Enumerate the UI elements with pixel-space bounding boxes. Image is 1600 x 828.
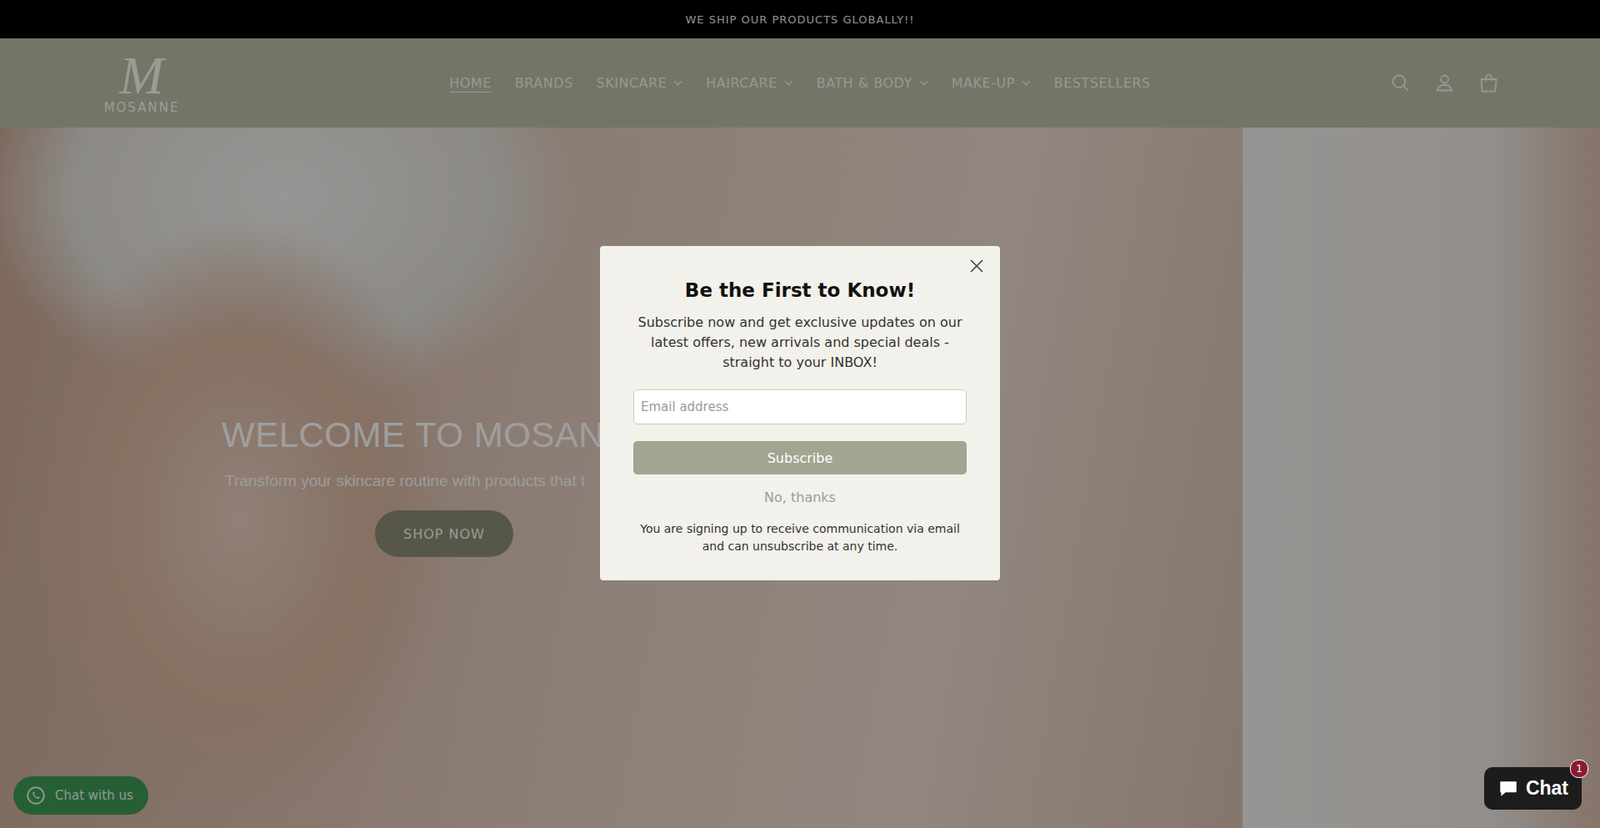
popup-title: Be the First to Know!: [633, 279, 967, 301]
shop-chat-label: Chat: [1525, 776, 1569, 800]
email-input[interactable]: [633, 389, 967, 425]
subscribe-button[interactable]: Subscribe: [633, 440, 967, 475]
chat-bubble-icon: [1497, 777, 1520, 800]
close-icon[interactable]: [968, 257, 985, 275]
shop-chat-button[interactable]: Chat1: [1484, 766, 1582, 810]
page: WE SHIP OUR PRODUCTS GLOBALLY!!MMOSANNEH…: [0, 0, 1600, 828]
chat-badge: 1: [1570, 759, 1589, 778]
no-thanks-link[interactable]: No, thanks: [633, 489, 967, 505]
modal-overlay[interactable]: Be the First to Know! Subscribe now and g…: [0, 0, 1600, 828]
newsletter-popup: Be the First to Know! Subscribe now and g…: [600, 245, 1000, 580]
popup-body: Subscribe now and get exclusive updates …: [633, 312, 967, 373]
popup-disclaimer: You are signing up to receive communicat…: [633, 520, 967, 555]
